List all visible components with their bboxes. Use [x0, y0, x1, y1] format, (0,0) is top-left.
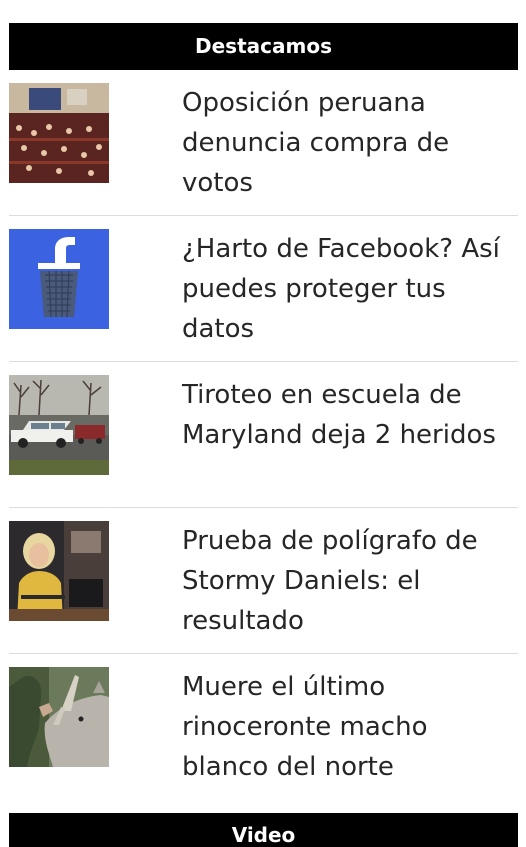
list-item[interactable]: Tiroteo en escuela de Maryland deja 2 he… — [9, 362, 518, 508]
headline-link[interactable]: Prueba de polígrafo de Stormy Daniels: e… — [182, 521, 512, 641]
section-header-destacamos: Destacamos — [9, 23, 518, 70]
page: Destacamos Oposición peruana denuncia co… — [0, 0, 526, 847]
headline-link[interactable]: ¿Harto de Facebook? Así puedes proteger … — [182, 229, 512, 349]
list-item[interactable]: Oposición peruana denuncia compra de vot… — [9, 70, 518, 216]
headline-link[interactable]: Muere el último rinoceronte macho blanco… — [182, 667, 512, 787]
list-item[interactable]: Prueba de polígrafo de Stormy Daniels: e… — [9, 508, 518, 654]
rhino-thumbnail[interactable] — [9, 667, 109, 767]
facebook-trash-thumbnail[interactable] — [9, 229, 109, 329]
stormy-daniels-thumbnail[interactable] — [9, 521, 109, 621]
headline-link[interactable]: Tiroteo en escuela de Maryland deja 2 he… — [182, 375, 512, 455]
list-item[interactable]: Muere el último rinoceronte macho blanco… — [9, 654, 518, 800]
headline-link[interactable]: Oposición peruana denuncia compra de vot… — [182, 83, 512, 203]
list-item[interactable]: ¿Harto de Facebook? Así puedes proteger … — [9, 216, 518, 362]
peru-congress-thumbnail[interactable] — [9, 83, 109, 183]
police-car-thumbnail[interactable] — [9, 375, 109, 475]
headline-list: Oposición peruana denuncia compra de vot… — [9, 70, 518, 800]
section-header-video: Video — [9, 813, 518, 847]
